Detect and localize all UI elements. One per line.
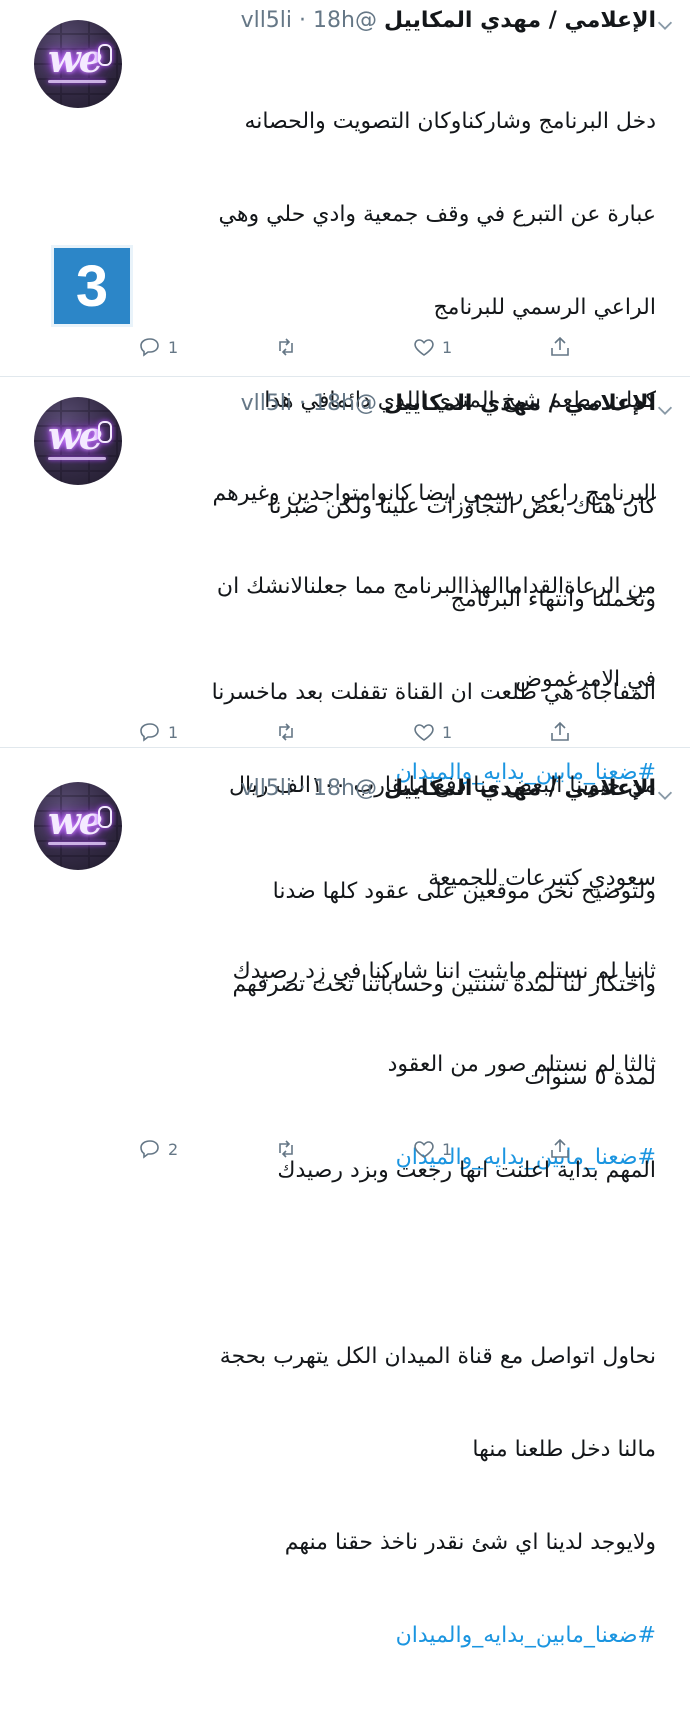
handle-and-time[interactable]: @vll5li · 18h	[241, 391, 377, 416]
like-icon	[414, 339, 434, 356]
chevron-down-icon[interactable]	[654, 784, 676, 806]
text-line: مالنا دخل طلعنا منها	[472, 1437, 656, 1462]
text-line: ولتوضيح نحن موقعين على عقود كلها ضدنا	[272, 879, 656, 904]
handle-and-time[interactable]: @vll5li · 18h	[241, 8, 377, 33]
text-line: المفاجاة هي طلعت ان القناة تقفلت بعد ماخ…	[211, 680, 656, 705]
retweet-icon	[279, 1140, 293, 1158]
reply-icon	[140, 1140, 159, 1159]
reply-button[interactable]: 1	[138, 332, 178, 362]
reply-count: 2	[168, 1139, 179, 1159]
reply-count: 1	[168, 722, 179, 742]
author-name[interactable]: الإعلامي / مهدي المكاييل	[384, 776, 656, 801]
chevron-down-icon[interactable]	[654, 14, 676, 36]
author-name[interactable]: الإعلامي / مهدي المكاييل	[384, 8, 656, 33]
step-number-badge: 3	[54, 248, 130, 324]
tweet[interactable]: we الإعلامي / مهدي المكاييل @vll5li · 18…	[0, 377, 690, 1170]
share-icon	[551, 1138, 569, 1158]
share-button[interactable]	[548, 1134, 572, 1164]
tweet-text: ولتوضيح نحن موقعين على عقود كلها ضدنا وا…	[136, 814, 656, 1713]
like-button[interactable]: 1	[412, 332, 452, 362]
text-line: دخل البرنامج وشاركناوكان التصويت والحصان…	[244, 109, 656, 134]
reply-icon	[140, 723, 159, 742]
like-icon	[414, 1141, 434, 1158]
like-icon	[414, 724, 434, 741]
text-line	[136, 1248, 656, 1279]
share-icon	[551, 336, 569, 356]
hashtag-link[interactable]: #ضعنا_مابين_بدايه_والميدان	[136, 1620, 656, 1651]
reply-count: 1	[168, 337, 179, 357]
reply-button[interactable]: 2	[138, 1134, 178, 1164]
retweet-button[interactable]	[274, 332, 304, 362]
author-name[interactable]: الإعلامي / مهدي المكاييل	[384, 391, 656, 416]
chevron-down-icon[interactable]	[654, 399, 676, 421]
share-button[interactable]	[548, 717, 572, 747]
reply-button[interactable]: 1	[138, 717, 178, 747]
like-button[interactable]: 1	[412, 1134, 452, 1164]
text-line: الراعي الرسمي للبرنامج	[433, 295, 656, 320]
text-line: كان هناك بعض التجاوزات علينا ولكن صبرنا	[268, 494, 656, 519]
avatar[interactable]: we	[34, 782, 122, 870]
text-line: ولايوجد لدينا اي شئ نقدر ناخذ حقنا منهم	[284, 1530, 656, 1555]
retweet-button[interactable]	[274, 717, 304, 747]
text-line: واحتكار لنا لمدة سنتين وحساباتنا تحت تصر…	[232, 972, 656, 997]
tweet[interactable]: we الإعلامي / مهدي المكاييل @vll5li · 18…	[0, 748, 690, 1648]
text-line: نحاول اتواصل مع قناة الميدان الكل يتهرب …	[219, 1344, 656, 1369]
reply-icon	[140, 338, 159, 357]
text-line: وتحملنا وانتهاء البرنامج	[450, 587, 656, 612]
tweet-header: الإعلامي / مهدي المكاييل @vll5li · 18h	[136, 8, 656, 44]
like-button[interactable]: 1	[412, 717, 452, 747]
like-count: 1	[442, 337, 453, 357]
text-line: لمدة ٥ سنوات	[524, 1065, 656, 1090]
retweet-icon	[279, 338, 293, 356]
tweet-header: الإعلامي / مهدي المكاييل @vll5li · 18h	[136, 391, 656, 427]
retweet-icon	[279, 723, 293, 741]
action-bar: 1 1	[136, 332, 656, 362]
like-count: 1	[442, 722, 453, 742]
tweet-header: الإعلامي / مهدي المكاييل @vll5li · 18h	[136, 776, 656, 812]
like-count: 1	[442, 1139, 453, 1159]
handle-and-time[interactable]: @vll5li · 18h	[241, 776, 377, 801]
text-line: عبارة عن التبرع في وقف جمعية وادي حلي وه…	[218, 202, 656, 227]
action-bar: 2 1	[136, 1134, 656, 1164]
retweet-button[interactable]	[274, 1134, 304, 1164]
share-icon	[551, 721, 569, 741]
avatar[interactable]: we	[34, 20, 122, 108]
share-button[interactable]	[548, 332, 572, 362]
action-bar: 1 1	[136, 717, 656, 747]
avatar[interactable]: we	[34, 397, 122, 485]
